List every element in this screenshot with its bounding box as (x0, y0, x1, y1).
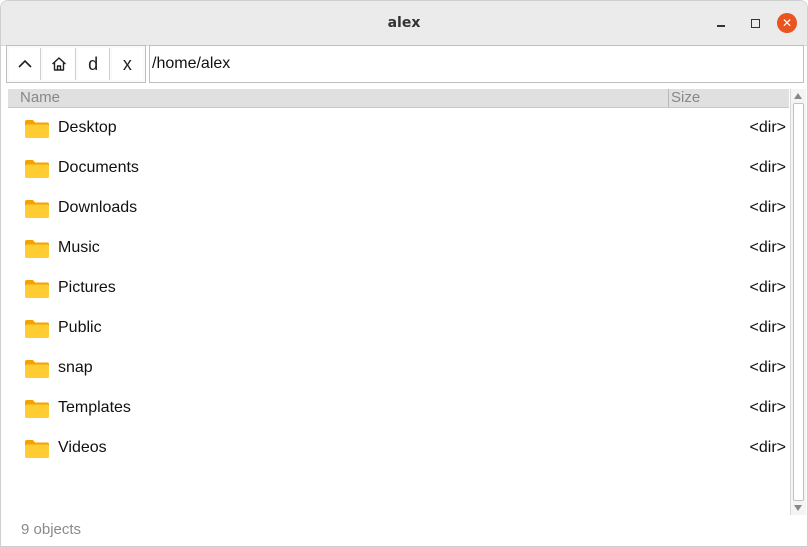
scrollbar-thumb[interactable] (793, 103, 804, 501)
column-separator[interactable] (668, 89, 669, 107)
up-button[interactable] (9, 48, 42, 80)
vertical-scrollbar[interactable] (790, 89, 806, 515)
chevron-up-icon (18, 59, 32, 68)
maximize-button[interactable] (745, 13, 765, 33)
folder-icon (25, 160, 49, 178)
file-size: <dir> (749, 239, 786, 256)
file-size: <dir> (749, 279, 786, 296)
file-size: <dir> (749, 319, 786, 336)
file-name: Downloads (58, 199, 138, 216)
title-bar[interactable]: alex ✕ (1, 1, 807, 46)
file-name: Music (58, 239, 100, 256)
file-row[interactable]: Desktop <dir> (8, 108, 789, 148)
file-name: snap (58, 359, 93, 376)
d-button[interactable]: d (77, 48, 110, 80)
folder-icon (25, 400, 49, 418)
maximize-icon (750, 18, 760, 28)
x-button[interactable]: x (111, 48, 143, 80)
folder-icon (25, 200, 49, 218)
file-name: Desktop (58, 119, 117, 136)
folder-icon (25, 280, 49, 298)
minimize-icon (717, 25, 725, 27)
close-button[interactable]: ✕ (777, 13, 797, 33)
minimize-button[interactable] (711, 13, 731, 33)
file-row[interactable]: Documents <dir> (8, 148, 789, 188)
file-rows: Desktop <dir> Documents <dir> Downloads <dir>… (8, 108, 789, 468)
triangle-down-icon (794, 505, 802, 511)
file-name: Public (58, 319, 102, 336)
file-row[interactable]: Music <dir> (8, 228, 789, 268)
file-size: <dir> (749, 439, 786, 456)
file-row[interactable]: Downloads <dir> (8, 188, 789, 228)
file-row[interactable]: Public <dir> (8, 308, 789, 348)
folder-icon (25, 440, 49, 458)
file-name: Videos (58, 439, 107, 456)
home-icon (51, 57, 66, 71)
folder-icon (25, 240, 49, 258)
status-bar-text: 9 objects (21, 521, 82, 538)
file-list: Name Size Desktop <dir> Documents <dir> Down… (8, 89, 806, 515)
file-size: <dir> (749, 399, 786, 416)
close-icon: ✕ (781, 16, 793, 30)
scroll-down-arrow[interactable] (793, 503, 803, 513)
path-input[interactable]: /home/alex (149, 45, 804, 83)
column-header-size[interactable]: Size (671, 89, 700, 107)
folder-icon (25, 120, 49, 138)
window-title: alex (387, 15, 421, 31)
file-size: <dir> (749, 159, 786, 176)
home-button[interactable] (43, 48, 76, 80)
column-header-name[interactable]: Name (20, 89, 60, 107)
folder-icon (25, 320, 49, 338)
toolbar: d x /home/alex (6, 45, 804, 85)
file-size: <dir> (749, 199, 786, 216)
folder-icon (25, 360, 49, 378)
nav-button-group: d x (6, 45, 146, 83)
file-name: Templates (58, 399, 131, 416)
list-header: Name Size (8, 89, 789, 108)
file-size: <dir> (749, 359, 786, 376)
file-row[interactable]: Pictures <dir> (8, 268, 789, 308)
file-row[interactable]: Templates <dir> (8, 388, 789, 428)
file-name: Documents (58, 159, 139, 176)
file-row[interactable]: snap <dir> (8, 348, 789, 388)
file-row[interactable]: Videos <dir> (8, 428, 789, 468)
scroll-up-arrow[interactable] (793, 91, 803, 101)
file-size: <dir> (749, 119, 786, 136)
file-name: Pictures (58, 279, 116, 296)
triangle-up-icon (794, 93, 802, 99)
file-manager-window: alex ✕ d x /home/alex Name Size Desktop … (0, 0, 808, 547)
